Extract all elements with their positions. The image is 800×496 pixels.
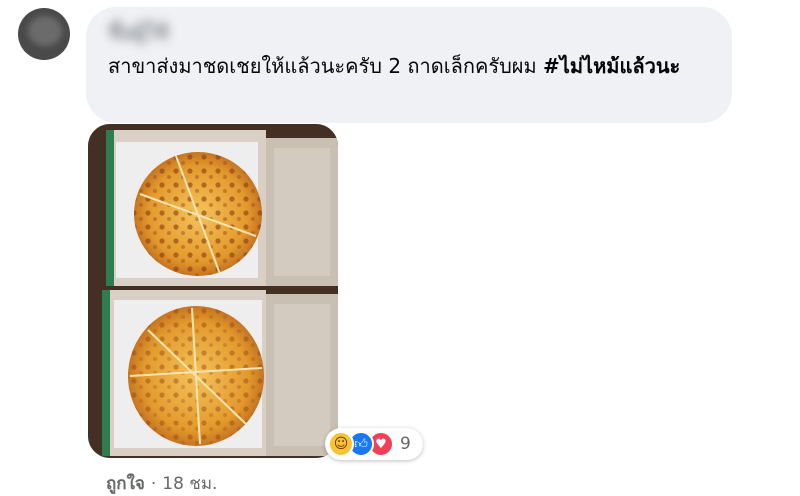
reaction-count: 9 (400, 434, 411, 454)
attached-photo[interactable] (88, 124, 338, 458)
meta-separator: · (150, 473, 157, 494)
like-button[interactable]: ถูกใจ (106, 470, 145, 496)
comment-timestamp[interactable]: 18 ชม. (162, 470, 217, 496)
comment-bubble: ชื่อผู้ใช้ สาขาส่งมาชดเชยให้แล้วนะครับ 2… (86, 7, 732, 123)
haha-icon: ☺ (328, 431, 354, 457)
comment-text: สาขาส่งมาชดเชยให้แล้วนะครับ 2 ถาดเล็กครั… (108, 49, 708, 83)
pizza-boxes-image (88, 124, 338, 458)
author-avatar[interactable] (18, 8, 70, 60)
reaction-summary[interactable]: ☺ 👍︎ ♥ 9 (325, 428, 423, 460)
comment-body: สาขาส่งมาชดเชยให้แล้วนะครับ 2 ถาดเล็กครั… (108, 54, 544, 78)
comment-actions: ถูกใจ · 18 ชม. (106, 470, 217, 496)
author-name[interactable]: ชื่อผู้ใช้ (108, 15, 710, 49)
hashtag-link[interactable]: #ไม่ไหม้แล้วนะ (543, 54, 680, 78)
